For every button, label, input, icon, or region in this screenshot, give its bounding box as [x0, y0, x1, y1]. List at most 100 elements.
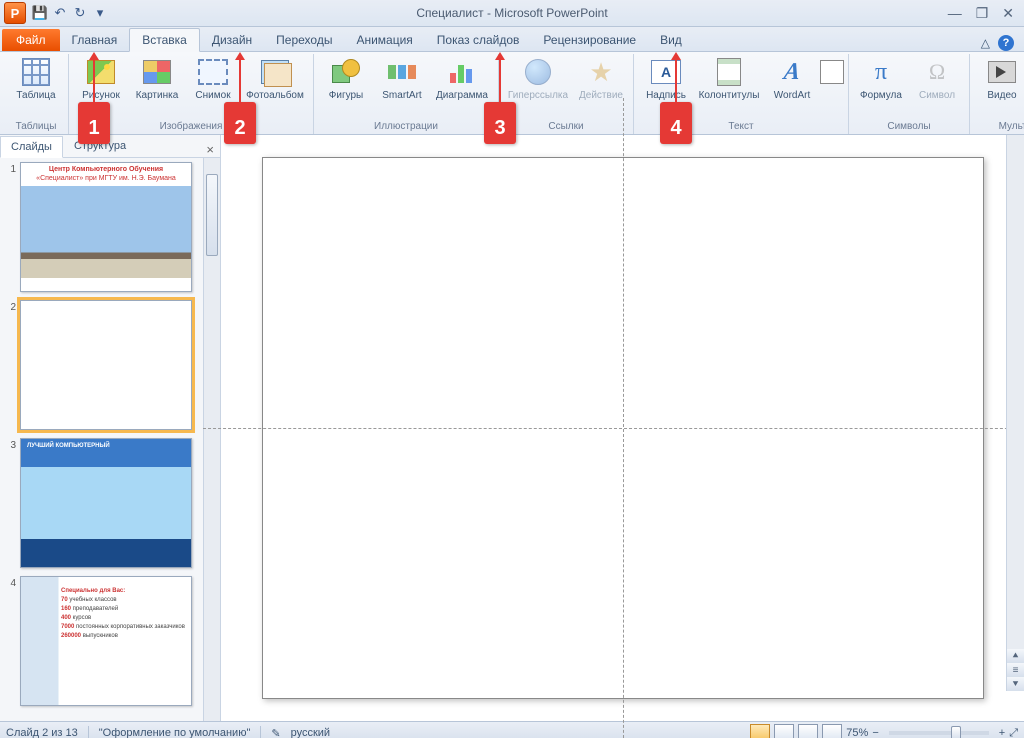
- guide-horizontal: [203, 428, 1024, 429]
- title-bar: P 💾 ↶ ↻ ▾ Специалист - Microsoft PowerPo…: [0, 0, 1024, 27]
- photoalbum-button[interactable]: Фотоальбом: [243, 54, 307, 101]
- slide-number: 3: [4, 438, 16, 568]
- spellcheck-icon[interactable]: ✎: [271, 727, 280, 738]
- quick-access-toolbar: 💾 ↶ ↻ ▾: [31, 4, 109, 22]
- screenshot-button[interactable]: Снимок: [187, 54, 239, 101]
- zoom-level[interactable]: 75%: [846, 727, 868, 738]
- wordart-icon: A: [782, 59, 802, 86]
- group-label: Изображения: [160, 121, 223, 134]
- tab-file[interactable]: Файл: [2, 29, 60, 51]
- thumbnails: 1 Центр Компьютерного Обучения «Специали…: [0, 158, 220, 721]
- scrollbar-thumb[interactable]: [206, 174, 218, 256]
- minimize-button[interactable]: —: [948, 5, 962, 22]
- guide-vertical: [623, 98, 624, 738]
- video-icon: [988, 61, 1016, 83]
- thumbnails-scrollbar[interactable]: [203, 158, 220, 721]
- next-slide-button[interactable]: ⯆: [1007, 677, 1024, 691]
- group-label: Мультимедиа: [999, 121, 1024, 134]
- clipart-button[interactable]: Картинка: [131, 54, 183, 101]
- group-label: Символы: [887, 121, 930, 134]
- tab-slideshow[interactable]: Показ слайдов: [425, 29, 532, 51]
- datetime-button[interactable]: [822, 54, 842, 90]
- theme-name: "Оформление по умолчанию": [99, 727, 251, 738]
- zoom-in-button[interactable]: +: [999, 727, 1005, 738]
- callout-1: 1: [78, 102, 110, 144]
- callout-2: 2: [224, 102, 256, 144]
- app-button[interactable]: P: [4, 2, 26, 24]
- video-button[interactable]: Видео: [976, 54, 1024, 101]
- tab-slides-panel[interactable]: Слайды: [0, 136, 63, 158]
- thumb-text: ЛУЧШИЙ КОМПЬЮТЕРНЫЙ: [27, 443, 185, 449]
- thumb-text: Центр Компьютерного Обучения: [21, 166, 191, 173]
- slide-number: 4: [4, 576, 16, 706]
- language-indicator[interactable]: русский: [291, 727, 330, 738]
- picture-button[interactable]: Рисунок: [75, 54, 127, 101]
- table-button[interactable]: Таблица: [10, 54, 62, 101]
- reading-view-button[interactable]: [798, 724, 818, 738]
- save-icon[interactable]: 💾: [31, 4, 49, 22]
- prev-slide-button[interactable]: ⯅: [1007, 649, 1024, 663]
- zoom-out-button[interactable]: −: [872, 727, 878, 738]
- sorter-view-button[interactable]: [774, 724, 794, 738]
- tab-review[interactable]: Рецензирование: [531, 29, 648, 51]
- undo-icon[interactable]: ↶: [51, 4, 69, 22]
- zoom-slider[interactable]: [889, 731, 989, 735]
- clipart-icon: [143, 60, 171, 84]
- textbox-button[interactable]: A Надпись: [640, 54, 692, 101]
- normal-view-button[interactable]: [750, 724, 770, 738]
- maximize-button[interactable]: ❐: [976, 5, 989, 22]
- action-icon: ★: [589, 60, 612, 84]
- chart-button[interactable]: Диаграмма: [432, 54, 492, 101]
- smartart-button[interactable]: SmartArt: [376, 54, 428, 101]
- vertical-scrollbar[interactable]: ⯅ ≡ ⯆: [1006, 135, 1024, 691]
- tab-view[interactable]: Вид: [648, 29, 694, 51]
- ribbon-collapse-icon[interactable]: △: [981, 36, 990, 50]
- slide-thumb-2[interactable]: 2: [4, 300, 220, 430]
- fit-to-window-button[interactable]: ⤢: [1009, 727, 1018, 738]
- group-links: Гиперссылка ★ Действие Ссылки: [499, 54, 634, 134]
- shapes-icon: [332, 59, 360, 85]
- slide-thumb-1[interactable]: 1 Центр Компьютерного Обучения «Специали…: [4, 162, 220, 292]
- group-label: Таблицы: [16, 121, 57, 134]
- equation-button[interactable]: π Формула: [855, 54, 907, 101]
- equation-icon: π: [875, 59, 887, 86]
- tab-home[interactable]: Главная: [60, 29, 130, 51]
- tab-design[interactable]: Дизайн: [200, 29, 264, 51]
- hyperlink-button[interactable]: Гиперссылка: [505, 54, 571, 101]
- tab-transitions[interactable]: Переходы: [264, 29, 344, 51]
- close-button[interactable]: ✕: [1002, 5, 1014, 22]
- tab-animation[interactable]: Анимация: [344, 29, 424, 51]
- headerfooter-button[interactable]: Колонтитулы: [696, 54, 762, 101]
- slide-number: 2: [4, 300, 16, 430]
- slide-thumb-4[interactable]: 4 Специально для Вас: 70 учебных классов…: [4, 576, 220, 706]
- qat-dropdown-icon[interactable]: ▾: [91, 4, 109, 22]
- slide-canvas-area: ⯅ ≡ ⯆: [221, 135, 1024, 721]
- wordart-button[interactable]: A WordArt: [766, 54, 818, 101]
- smartart-icon: [388, 61, 416, 83]
- action-button[interactable]: ★ Действие: [575, 54, 627, 101]
- window-title: Специалист - Microsoft PowerPoint: [0, 6, 1024, 20]
- symbol-button[interactable]: Ω Символ: [911, 54, 963, 101]
- thumb-text: Специально для Вас: 70 учебных классов 1…: [61, 587, 185, 641]
- callout-3: 3: [484, 102, 516, 144]
- group-label: Иллюстрации: [374, 121, 438, 134]
- callout-4: 4: [660, 102, 692, 144]
- help-icon[interactable]: ?: [998, 35, 1014, 51]
- shapes-button[interactable]: Фигуры: [320, 54, 372, 101]
- slideshow-view-button[interactable]: [822, 724, 842, 738]
- ribbon-tabs: Файл Главная Вставка Дизайн Переходы Ани…: [0, 27, 1024, 52]
- panel-tabs: Слайды Структура ×: [0, 135, 220, 158]
- slide-thumb-3[interactable]: 3 ЛУЧШИЙ КОМПЬЮТЕРНЫЙ: [4, 438, 220, 568]
- redo-icon[interactable]: ↻: [71, 4, 89, 22]
- zoom-slider-handle[interactable]: [951, 726, 961, 738]
- tab-insert[interactable]: Вставка: [129, 28, 200, 52]
- slide-number: 1: [4, 162, 16, 292]
- slide-nav-button[interactable]: ≡: [1007, 663, 1024, 677]
- workspace: Слайды Структура × 1 Центр Компьютерного…: [0, 135, 1024, 721]
- slide-canvas[interactable]: [262, 157, 984, 699]
- chart-icon: [450, 61, 474, 83]
- headerfooter-icon: [717, 58, 741, 86]
- panel-close-icon[interactable]: ×: [200, 142, 220, 157]
- hyperlink-icon: [525, 59, 551, 85]
- slide-counter: Слайд 2 из 13: [6, 727, 78, 738]
